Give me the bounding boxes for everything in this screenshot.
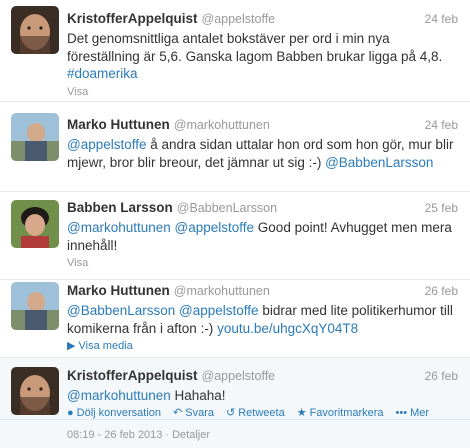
author-fullname[interactable]: KristofferAppelquist: [67, 368, 198, 383]
author-username[interactable]: @markohuttunen: [174, 118, 270, 132]
mention-link[interactable]: @BabbenLarsson: [67, 303, 175, 318]
author-fullname[interactable]: KristofferAppelquist: [67, 11, 198, 26]
tweet-text: @appelstoffe å andra sidan uttalar hon o…: [67, 136, 462, 171]
reply-label: Svara: [185, 407, 214, 419]
tweet-timestamp: 08:19 - 26 feb 2013: [67, 429, 163, 441]
conversation-icon: ●: [67, 406, 74, 419]
tweet-time[interactable]: 26 feb: [425, 368, 458, 384]
author-username[interactable]: @appelstoffe: [202, 12, 276, 26]
collapse-conversation-label: Dölj konversation: [76, 407, 162, 419]
tweet[interactable]: Marko Huttunen @markohuttunen 26 feb @Bab…: [0, 280, 470, 358]
more-dots-icon: •••: [395, 406, 408, 419]
avatar[interactable]: [11, 113, 59, 161]
star-icon: ★: [296, 406, 307, 419]
tweet[interactable]: Marko Huttunen @markohuttunen 24 feb @app…: [0, 102, 470, 192]
reply-icon: ↶: [173, 406, 183, 419]
retweet-label: Retweeta: [238, 407, 285, 419]
reply-button[interactable]: ↶ Svara: [173, 407, 214, 419]
tweet-text: @markohuttunen Hahaha!: [67, 387, 462, 405]
tweet[interactable]: KristofferAppelquist @appelstoffe 24 feb …: [0, 0, 470, 102]
retweet-button[interactable]: ↺ Retweeta: [226, 407, 285, 419]
avatar[interactable]: [11, 200, 59, 248]
conversation-timeline: KristofferAppelquist @appelstoffe 24 feb …: [0, 0, 470, 448]
tweet-time[interactable]: 25 feb: [425, 200, 458, 216]
url-link[interactable]: youtu.be/uhgcXqY04T8: [217, 321, 358, 336]
show-media-label: Visa media: [78, 340, 133, 352]
tweet[interactable]: Babben Larsson @BabbenLarsson 25 feb @mar…: [0, 192, 470, 280]
author-username[interactable]: @BabbenLarsson: [177, 201, 277, 215]
retweet-icon: ↺: [226, 406, 236, 419]
more-button[interactable]: ••• Mer: [396, 407, 430, 419]
hashtag-link[interactable]: #doamerika: [67, 66, 138, 81]
tweet-details-meta: 08:19 - 26 feb 2013 · Detaljer: [67, 429, 210, 441]
mention-link[interactable]: @appelstoffe: [175, 220, 255, 235]
author-username[interactable]: @appelstoffe: [202, 369, 276, 383]
media-icon: ▶: [67, 340, 76, 352]
show-link[interactable]: Visa: [67, 85, 462, 99]
tweet-time[interactable]: 24 feb: [425, 11, 458, 27]
divider: [0, 419, 470, 420]
meta-separator: ·: [165, 429, 170, 441]
mention-link[interactable]: @markohuttunen: [67, 220, 171, 235]
tweet-text: @BabbenLarsson @appelstoffe bidrar med l…: [67, 302, 462, 337]
mention-link[interactable]: @appelstoffe: [179, 303, 259, 318]
mention-link[interactable]: @appelstoffe: [67, 137, 147, 152]
tweet-text: @markohuttunen @appelstoffe Good point! …: [67, 219, 462, 254]
tweet-time[interactable]: 24 feb: [425, 117, 458, 133]
more-label: Mer: [410, 407, 430, 419]
mention-link[interactable]: @BabbenLarsson: [325, 155, 433, 170]
show-link[interactable]: Visa: [67, 256, 462, 270]
tweet-text: Det genomsnittliga antalet bokstäver per…: [67, 30, 462, 83]
favorite-button[interactable]: ★ Favoritmarkera: [297, 407, 384, 419]
author-username[interactable]: @markohuttunen: [174, 284, 270, 298]
avatar[interactable]: [11, 282, 59, 330]
avatar[interactable]: [11, 6, 59, 54]
details-link[interactable]: Detaljer: [172, 429, 210, 441]
mention-link[interactable]: @markohuttunen: [67, 388, 171, 403]
tweet-text-segment: Hahaha!: [170, 388, 226, 403]
author-fullname[interactable]: Babben Larsson: [67, 200, 173, 215]
tweet-text-segment: Det genomsnittliga antalet bokstäver per…: [67, 31, 443, 64]
author-fullname[interactable]: Marko Huttunen: [67, 117, 170, 132]
avatar[interactable]: [11, 367, 59, 415]
show-media-link[interactable]: ▶ Visa media: [67, 339, 462, 353]
tweet-time[interactable]: 26 feb: [425, 283, 458, 299]
favorite-label: Favoritmarkera: [309, 407, 384, 419]
author-fullname[interactable]: Marko Huttunen: [67, 283, 170, 298]
collapse-conversation-button[interactable]: ● Dölj konversation: [67, 407, 161, 419]
